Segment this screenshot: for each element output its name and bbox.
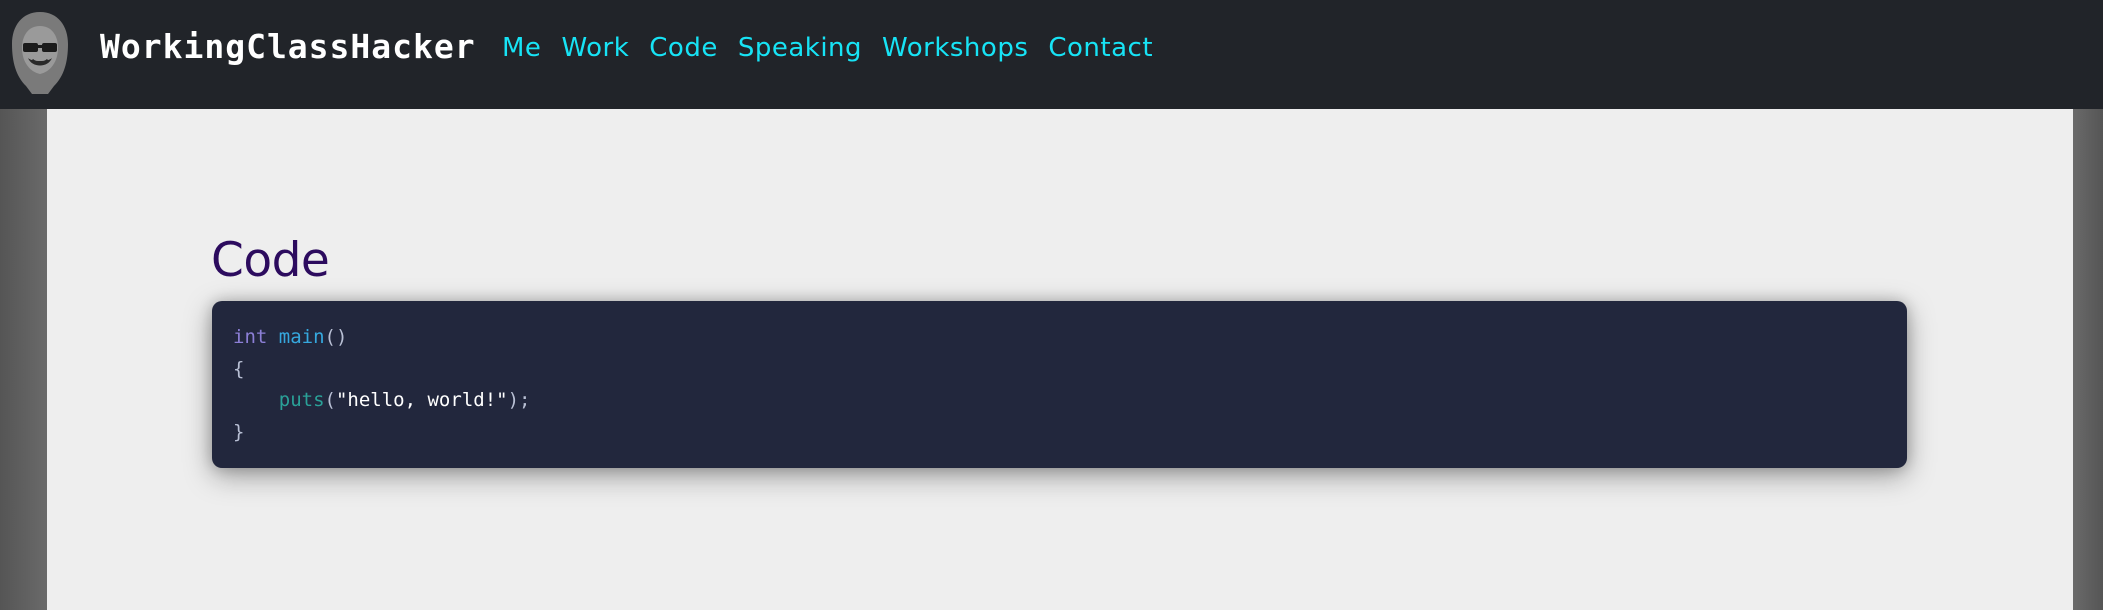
code-keyword: int	[233, 326, 268, 348]
main-content: Code int main() { puts("hello, world!");…	[47, 109, 2073, 610]
site-brand[interactable]: WorkingClassHacker	[100, 27, 476, 66]
nav-link-me[interactable]: Me	[502, 33, 541, 63]
nav-link-contact[interactable]: Contact	[1048, 33, 1153, 63]
code-block[interactable]: int main() { puts("hello, world!"); }	[212, 301, 1907, 468]
left-gutter	[0, 109, 47, 610]
code-line: int main()	[233, 322, 1886, 354]
main-nav: Me Work Code Speaking Workshops Contact	[502, 33, 1173, 63]
page-title: Code	[211, 233, 330, 288]
code-punctuation: ()	[324, 326, 348, 348]
nav-link-work[interactable]: Work	[561, 33, 629, 63]
right-gutter	[2073, 109, 2103, 610]
code-punctuation: (	[324, 389, 336, 411]
code-punctuation: );	[507, 389, 531, 411]
code-line: }	[233, 417, 1886, 449]
nav-link-speaking[interactable]: Speaking	[738, 33, 862, 63]
top-navigation-bar: WorkingClassHacker Me Work Code Speaking…	[0, 0, 2103, 109]
code-punctuation: {	[233, 357, 245, 380]
code-punctuation: }	[233, 420, 245, 443]
code-call: puts	[278, 389, 325, 411]
nav-link-code[interactable]: Code	[649, 33, 718, 63]
nav-link-workshops[interactable]: Workshops	[882, 33, 1028, 63]
code-string: "hello, world!"	[335, 389, 508, 411]
code-line: {	[233, 354, 1886, 386]
code-function-name: main	[278, 326, 325, 348]
hooded-hacker-icon[interactable]	[6, 10, 74, 94]
code-line: puts("hello, world!");	[233, 385, 1886, 417]
